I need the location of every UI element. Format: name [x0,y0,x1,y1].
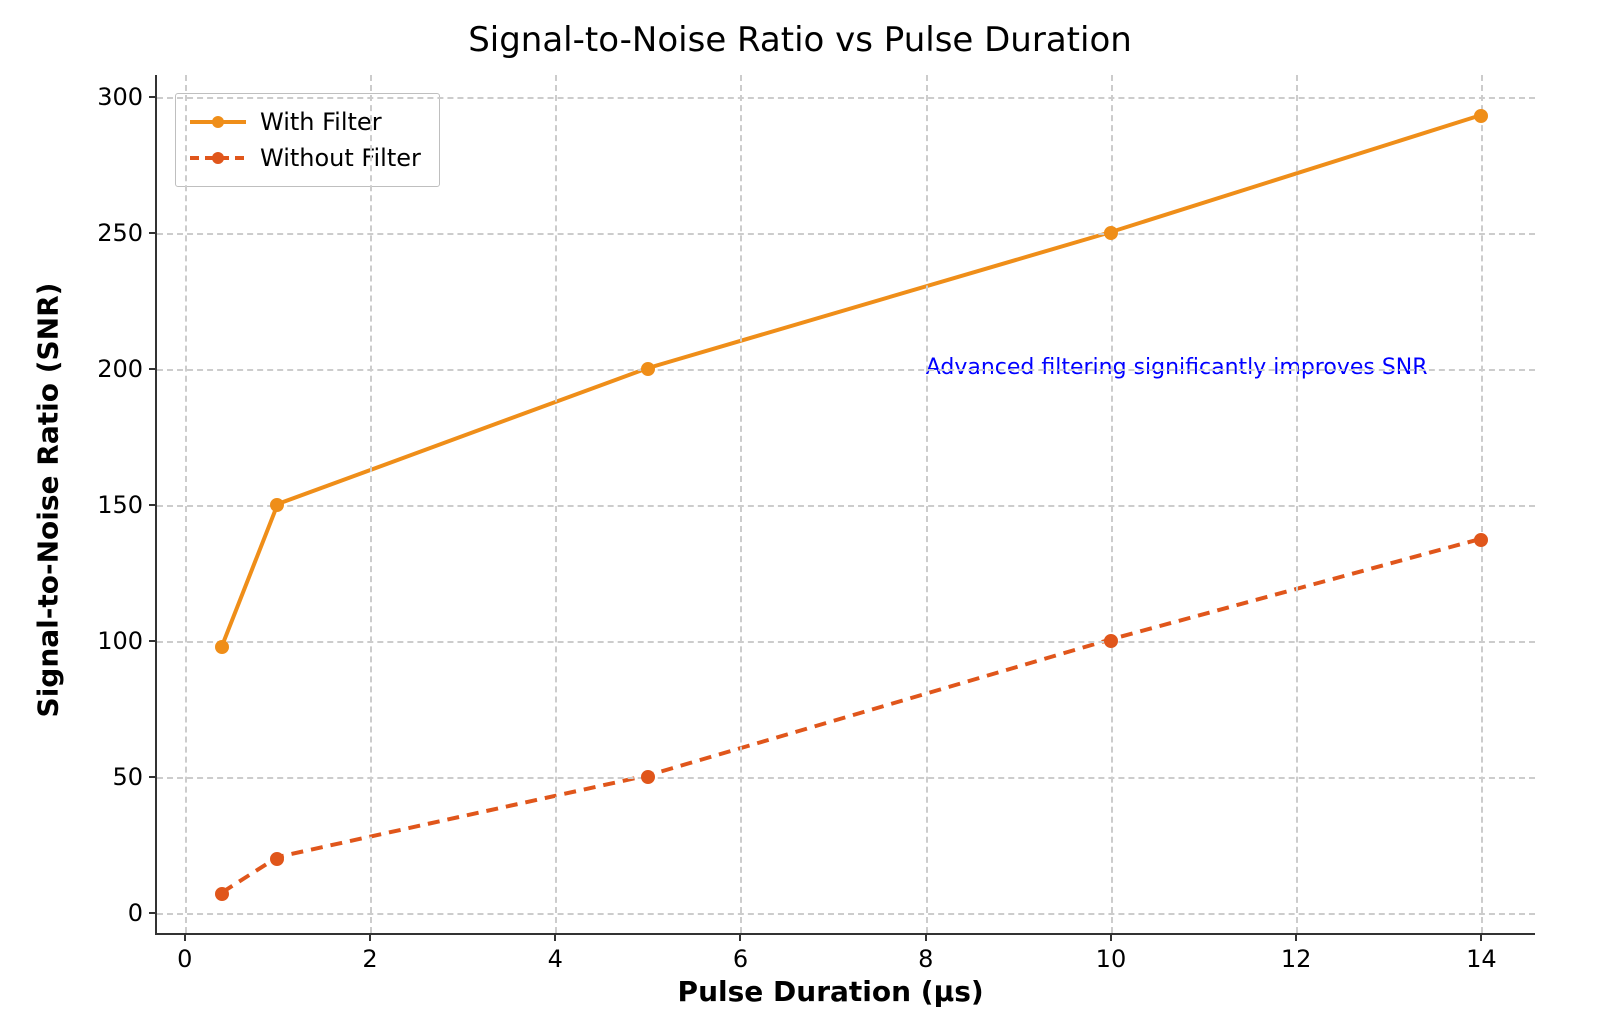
data-point-marker [1474,533,1488,547]
y-tick-label: 0 [97,899,157,927]
grid-line-vertical [1481,75,1483,933]
y-tick-label: 50 [97,763,157,791]
grid-line-vertical [555,75,557,933]
grid-line-horizontal [157,777,1535,779]
x-tick-label: 2 [362,933,377,973]
line-layer [157,75,1535,933]
x-tick-label: 8 [918,933,933,973]
grid-line-horizontal [157,641,1535,643]
grid-line-horizontal [157,369,1535,371]
chart-title: Signal-to-Noise Ratio vs Pulse Duration [20,20,1580,60]
line-series-without-filter [222,539,1479,892]
x-tick-label: 4 [548,933,563,973]
data-point-marker [270,498,284,512]
legend-marker-icon [212,116,224,128]
line-series-with-filter [222,116,1479,645]
grid-line-horizontal [157,97,1535,99]
legend-entry-with-filter: With Filter [190,104,421,140]
data-point-marker [1474,109,1488,123]
grid-line-vertical [740,75,742,933]
legend-label: With Filter [260,108,382,136]
x-tick-label: 6 [733,933,748,973]
grid-line-horizontal [157,505,1535,507]
legend-swatch-dashed [190,149,246,167]
grid-line-vertical [926,75,928,933]
x-tick-label: 10 [1096,933,1127,973]
data-point-marker [1104,634,1118,648]
grid-line-vertical [185,75,187,933]
data-point-marker [215,640,229,654]
data-point-marker [215,887,229,901]
x-axis-label: Pulse Duration (μs) [678,975,984,1008]
legend: With Filter Without Filter [175,93,440,187]
grid-line-vertical [1111,75,1113,933]
grid-line-horizontal [157,913,1535,915]
y-tick-label: 300 [97,83,157,111]
grid-line-vertical [370,75,372,933]
y-tick-label: 100 [97,627,157,655]
y-axis-label: Signal-to-Noise Ratio (SNR) [32,283,65,718]
legend-entry-without-filter: Without Filter [190,140,421,176]
y-tick-label: 250 [97,219,157,247]
data-point-marker [641,362,655,376]
chart-container: Signal-to-Noise Ratio vs Pulse Duration … [20,20,1580,1008]
x-tick-label: 0 [177,933,192,973]
legend-swatch-solid [190,113,246,131]
x-tick-label: 12 [1281,933,1312,973]
legend-label: Without Filter [260,144,421,172]
y-tick-label: 150 [97,491,157,519]
x-tick-label: 14 [1466,933,1497,973]
data-point-marker [641,770,655,784]
grid-line-horizontal [157,233,1535,235]
plot-area: With Filter Without Filter Advanced filt… [155,75,1535,935]
data-point-marker [1104,226,1118,240]
grid-line-vertical [1296,75,1298,933]
data-point-marker [270,852,284,866]
y-tick-label: 200 [97,355,157,383]
legend-marker-icon [212,152,224,164]
chart-annotation: Advanced filtering significantly improve… [926,355,1428,380]
